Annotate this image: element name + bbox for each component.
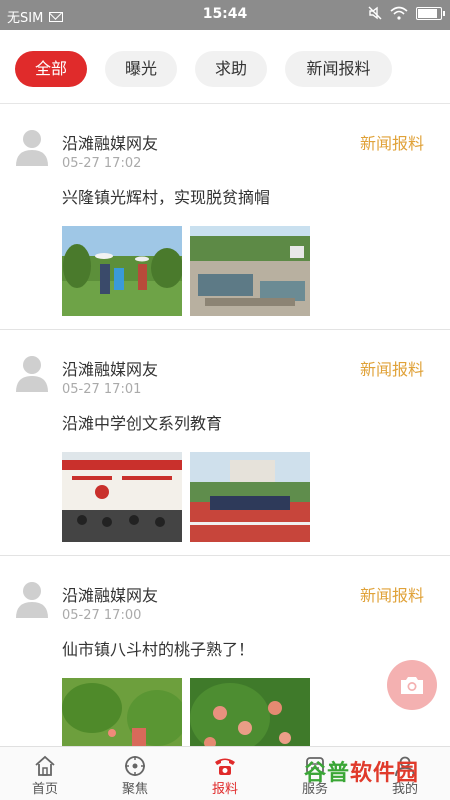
battery-icon xyxy=(416,6,445,20)
filter-chip-all[interactable]: 全部 xyxy=(15,51,87,87)
post-feed: 沿滩融媒网友 05-27 17:02 新闻报料 兴隆镇光辉村，实现脱贫摘帽 沿滩… xyxy=(0,104,450,746)
post-card[interactable]: 沿滩融媒网友 05-27 17:00 新闻报料 仙市镇八斗村的桃子熟了！ xyxy=(0,556,450,746)
post-author: 沿滩融媒网友 xyxy=(62,134,159,153)
watermark-logo: 谷普软件园 xyxy=(304,755,419,787)
tab-label: 聚焦 xyxy=(121,782,148,797)
post-category-tag: 新闻报料 xyxy=(359,134,424,153)
camera-fab-button[interactable] xyxy=(387,660,437,710)
post-image[interactable] xyxy=(190,452,310,542)
filter-bar: 全部 曝光 求助 新闻报料 xyxy=(0,30,450,104)
avatar-icon xyxy=(16,582,48,618)
tab-report[interactable]: 报料 xyxy=(180,747,270,800)
status-bar: 无SIM 15:44 xyxy=(0,0,450,30)
post-content: 沿滩中学创文系列教育 xyxy=(62,414,223,433)
tab-home[interactable]: 首页 xyxy=(0,747,90,800)
watermark-part1: 谷普 xyxy=(304,761,351,786)
post-image[interactable] xyxy=(62,678,182,746)
post-image[interactable] xyxy=(190,678,310,746)
post-time: 05-27 17:01 xyxy=(62,382,142,397)
filter-chip-help[interactable]: 求助 xyxy=(195,51,267,87)
filter-chip-news-tip[interactable]: 新闻报料 xyxy=(285,51,392,87)
tab-label: 首页 xyxy=(31,782,58,797)
post-card[interactable]: 沿滩融媒网友 05-27 17:02 新闻报料 兴隆镇光辉村，实现脱贫摘帽 xyxy=(0,104,450,330)
post-card[interactable]: 沿滩融媒网友 05-27 17:01 新闻报料 沿滩中学创文系列教育 xyxy=(0,330,450,556)
post-author: 沿滩融媒网友 xyxy=(62,586,159,605)
post-author: 沿滩融媒网友 xyxy=(62,360,159,379)
wifi-icon xyxy=(390,6,408,20)
home-icon xyxy=(35,755,55,776)
post-content: 仙市镇八斗村的桃子熟了！ xyxy=(62,640,255,659)
focus-icon xyxy=(125,756,145,776)
tab-label: 报料 xyxy=(211,782,238,797)
post-image[interactable] xyxy=(62,226,182,316)
mute-icon xyxy=(368,6,382,20)
phone-icon xyxy=(215,758,235,775)
avatar-icon xyxy=(16,356,48,392)
tab-focus[interactable]: 聚焦 xyxy=(90,747,180,800)
camera-icon xyxy=(401,677,423,694)
avatar-icon xyxy=(16,130,48,166)
watermark-part2: 软件园 xyxy=(350,761,420,786)
post-image[interactable] xyxy=(62,452,182,542)
post-time: 05-27 17:00 xyxy=(62,608,142,623)
post-category-tag: 新闻报料 xyxy=(359,360,424,379)
filter-chip-exposure[interactable]: 曝光 xyxy=(105,51,177,87)
post-image[interactable] xyxy=(190,226,310,316)
post-time: 05-27 17:02 xyxy=(62,156,142,171)
post-category-tag: 新闻报料 xyxy=(359,586,424,605)
post-content: 兴隆镇光辉村，实现脱贫摘帽 xyxy=(62,188,271,207)
